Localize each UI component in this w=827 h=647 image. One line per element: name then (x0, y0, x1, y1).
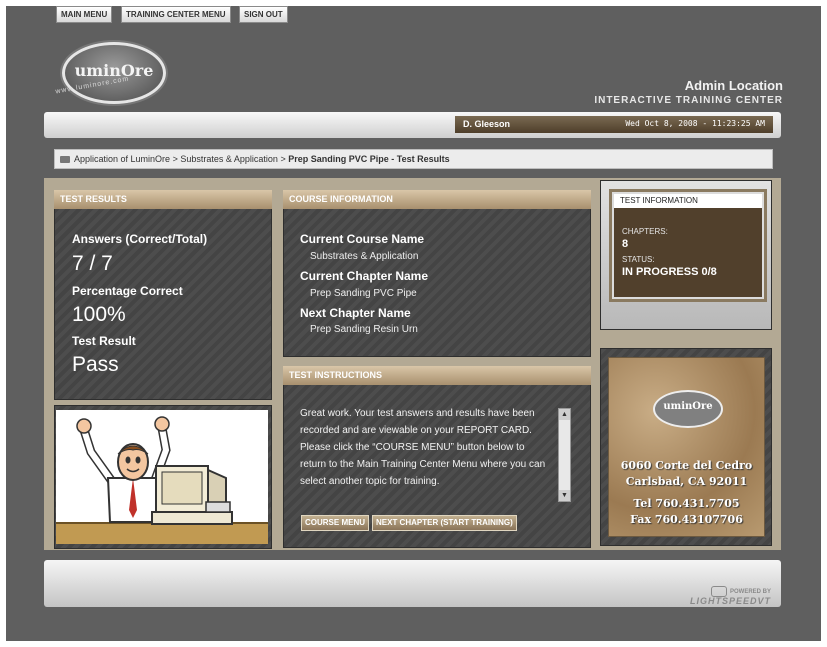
address-panel: uminOre 6060 Corte del Cedro Carlsbad, C… (608, 357, 765, 537)
percentage-label: Percentage Correct (72, 284, 183, 298)
test-instructions-header: TEST INSTRUCTIONS (283, 366, 591, 385)
location-title: Admin Location (684, 78, 783, 93)
main-menu-button[interactable]: MAIN MENU (56, 6, 113, 23)
breadcrumb-current: Prep Sanding PVC Pipe - Test Results (288, 154, 450, 164)
telephone: Tel 760.431.7705 (633, 497, 740, 510)
breadcrumb: Application of LuminOre > Substrates & A… (54, 149, 773, 169)
chapters-label: CHAPTERS: (622, 227, 668, 236)
powered-by: POWERED BY LIGHTSPEEDVT (690, 586, 771, 607)
breadcrumb-separator: > (172, 154, 178, 164)
address-line-1: 6060 Corte del Cedro (620, 459, 753, 472)
current-chapter-label: Current Chapter Name (300, 269, 429, 283)
folder-icon (60, 156, 70, 164)
powered-by-brand: LIGHTSPEEDVT (689, 596, 771, 606)
user-bar: D. Gleeson Wed Oct 8, 2008 - 11:23:25 AM (455, 116, 773, 133)
small-logo-text: uminOre (663, 401, 713, 412)
status-label: STATUS: (622, 255, 655, 264)
breadcrumb-link-application[interactable]: Application of LuminOre (74, 154, 170, 164)
course-info-header: COURSE INFORMATION (283, 190, 591, 209)
training-center-menu-button[interactable]: TRAINING CENTER MENU (121, 6, 231, 23)
next-chapter-label: Next Chapter Name (300, 306, 411, 320)
date-time: Wed Oct 8, 2008 - 11:23:25 AM (625, 119, 765, 128)
address-line-2: Carlsbad, CA 92011 (625, 475, 748, 488)
percentage-value: 100% (72, 303, 126, 326)
center-subtitle: INTERACTIVE TRAINING CENTER (594, 95, 783, 106)
breadcrumb-separator: > (280, 154, 286, 164)
luminore-logo: uminOre (62, 42, 166, 104)
instructions-scrollbar[interactable]: ▲ ▼ (558, 408, 571, 502)
course-menu-button[interactable]: COURSE MENU (301, 515, 370, 531)
scroll-up-icon[interactable]: ▲ (559, 409, 570, 420)
breadcrumb-link-substrates[interactable]: Substrates & Application (180, 154, 278, 164)
celebrating-man-illustration (56, 410, 268, 544)
next-chapter-value: Prep Sanding Resin Urn (310, 324, 418, 335)
test-info-box: TEST INFORMATION CHAPTERS: 8 STATUS: IN … (612, 192, 764, 299)
sign-out-button[interactable]: SIGN OUT (239, 6, 288, 23)
answers-value: 7 / 7 (72, 252, 113, 275)
answers-label: Answers (Correct/Total) (72, 232, 208, 246)
powered-by-text: POWERED BY (729, 589, 771, 596)
fax: Fax 760.43107706 (630, 513, 743, 526)
current-course-value: Substrates & Application (310, 251, 419, 262)
luminore-small-logo: uminOre (653, 390, 723, 428)
current-course-label: Current Course Name (300, 232, 425, 246)
next-chapter-button[interactable]: NEXT CHAPTER (START TRAINING) (372, 515, 517, 531)
result-value: Pass (72, 353, 119, 376)
user-name: D. Gleeson (463, 119, 511, 129)
test-results-header: TEST RESULTS (54, 190, 272, 209)
footer: POWERED BY LIGHTSPEEDVT (44, 560, 781, 607)
result-label: Test Result (72, 334, 136, 348)
status-value: IN PROGRESS 0/8 (622, 266, 717, 278)
test-info-title: TEST INFORMATION (614, 194, 762, 208)
chapters-value: 8 (622, 238, 629, 250)
instructions-text: Great work. Your test answers and result… (300, 408, 546, 487)
scroll-down-icon[interactable]: ▼ (559, 490, 570, 501)
current-chapter-value: Prep Sanding PVC Pipe (310, 288, 417, 299)
